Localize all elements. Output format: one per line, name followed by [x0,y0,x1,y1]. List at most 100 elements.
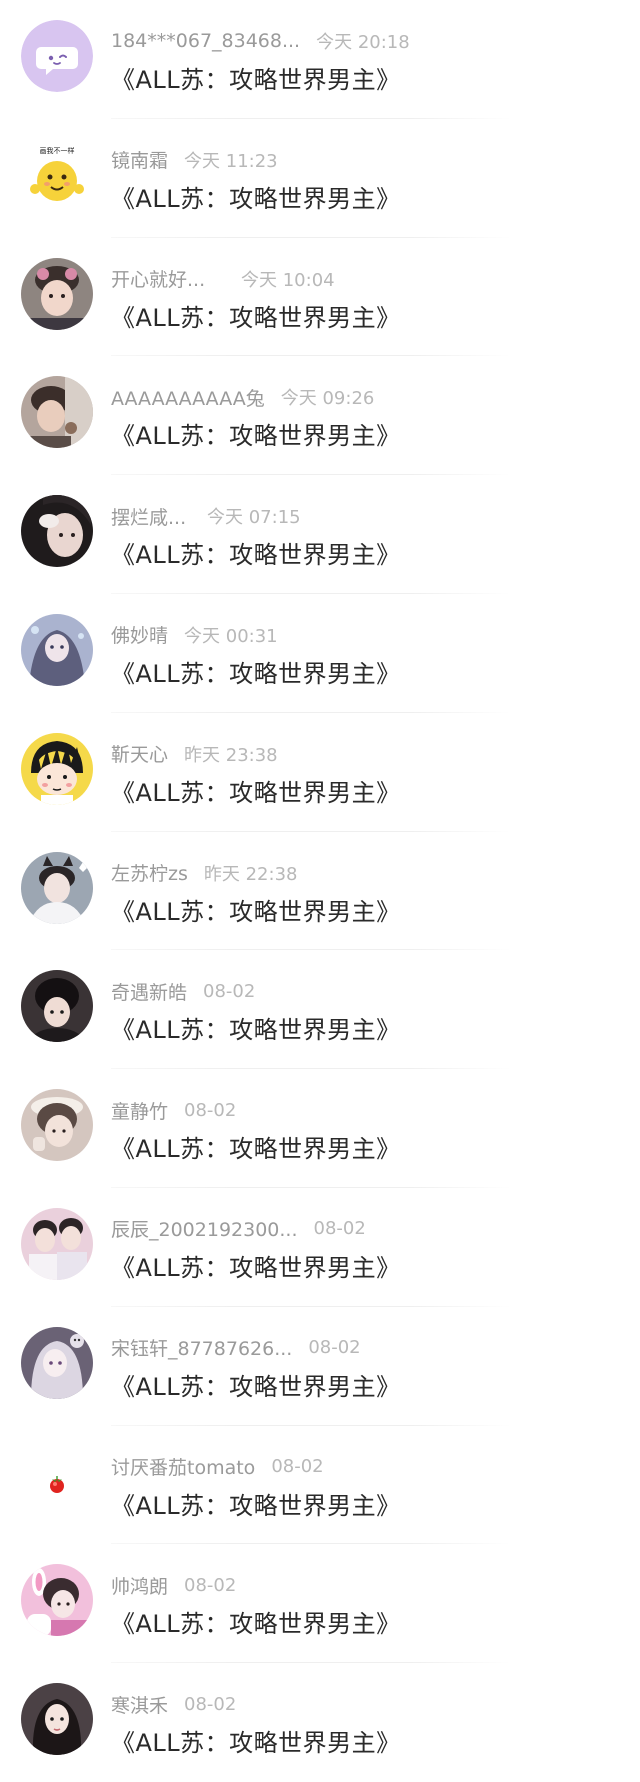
list-item[interactable]: 佛妙晴 今天 00:31 《ALL苏：攻略世界男主》 [0,594,640,713]
list-item[interactable]: 辰辰_2002192300... 08-02 《ALL苏：攻略世界男主》 [0,1188,640,1307]
list-item[interactable]: AAAAAAAAAA兔 今天 09:26 《ALL苏：攻略世界男主》 [0,356,640,476]
book-title[interactable]: 《ALL苏：攻略世界男主》 [111,1486,401,1521]
book-title[interactable]: 《ALL苏：攻略世界男主》 [111,1129,401,1164]
avatar[interactable] [21,851,93,924]
timestamp: 今天 00:31 [184,625,278,647]
timestamp: 昨天 23:38 [184,744,278,766]
username[interactable]: 帅鸿朗 [111,1572,168,1599]
username[interactable]: 镜南霜 [111,146,168,173]
list-item[interactable]: 开心就好... 今天 10:04 《ALL苏：攻略世界男主》 [0,238,640,357]
avatar[interactable] [21,1207,93,1280]
username[interactable]: 宋钰轩_87787626... [111,1334,292,1361]
comment-meta: 靳天心 昨天 23:38 [111,739,278,769]
comment-meta: AAAAAAAAAA兔 今天 09:26 [111,382,374,412]
username[interactable]: 佛妙晴 [111,621,168,648]
timestamp: 08-02 [203,980,256,1002]
couple-photo-icon [21,1207,93,1280]
avatar[interactable] [21,970,93,1043]
list-item[interactable]: 左苏柠zs 昨天 22:38 《ALL苏：攻略世界男主》 [0,832,640,951]
timestamp: 08-02 [271,1456,324,1478]
avatar[interactable] [21,376,93,449]
username[interactable]: 辰辰_2002192300... [111,1215,298,1242]
avatar[interactable] [21,257,93,330]
avatar[interactable] [21,613,93,686]
username[interactable]: 讨厌番茄tomato [111,1453,255,1480]
child-photo-icon [21,257,93,330]
book-title[interactable]: 《ALL苏：攻略世界男主》 [111,892,401,927]
username[interactable]: 开心就好... [111,265,225,292]
timestamp: 08-02 [313,1218,366,1240]
comment-list: 184***067_83468... 今天 20:18 《ALL苏：攻略世界男主… [0,0,640,1782]
list-item[interactable]: 童静竹 08-02 《ALL苏：攻略世界男主》 [0,1069,640,1188]
list-item[interactable]: 摆烂咸... 今天 07:15 《ALL苏：攻略世界男主》 [0,475,640,594]
username[interactable]: 左苏柠zs [111,859,188,886]
list-item[interactable]: 奇遇新皓 08-02 《ALL苏：攻略世界男主》 [0,950,640,1070]
book-title[interactable]: 《ALL苏：攻略世界男主》 [111,773,401,808]
username[interactable]: 寒淇禾 [111,1691,168,1718]
cat-ear-boy-icon [21,851,93,924]
timestamp: 昨天 22:38 [203,863,298,885]
comment-meta: 童静竹 08-02 [111,1095,236,1125]
comment-meta: 帅鸿朗 08-02 [111,1570,236,1600]
book-title[interactable]: 《ALL苏：攻略世界男主》 [111,60,401,95]
username[interactable]: 靳天心 [111,740,168,767]
timestamp: 今天 07:15 [207,507,301,529]
tomato-icon [21,1445,93,1518]
comment-meta: 摆烂咸... 今天 07:15 [111,501,301,531]
username[interactable]: AAAAAAAAAA兔 [111,384,265,411]
avatar[interactable] [21,20,93,92]
list-item[interactable]: 184***067_83468... 今天 20:18 《ALL苏：攻略世界男主… [0,0,640,119]
book-title[interactable]: 《ALL苏：攻略世界男主》 [111,416,401,451]
username[interactable]: 184***067_83468... [111,30,300,52]
timestamp: 今天 09:26 [280,388,375,410]
comment-meta: 寒淇禾 08-02 [111,1689,236,1719]
cartoon-girl-icon [21,732,93,805]
book-title[interactable]: 《ALL苏：攻略世界男主》 [111,298,401,333]
comment-meta: 宋钰轩_87787626... 08-02 [111,1333,361,1363]
comment-meta: 镜南霜 今天 11:23 [111,145,278,175]
book-title[interactable]: 《ALL苏：攻略世界男主》 [111,1248,401,1283]
avatar[interactable] [21,495,93,568]
girl-hat-photo-icon [21,1089,93,1162]
list-item[interactable]: 帅鸿朗 08-02 《ALL苏：攻略世界男主》 [0,1544,640,1664]
long-hair-girl-icon [21,1683,93,1756]
username[interactable]: 摆烂咸... [111,503,191,530]
book-title[interactable]: 《ALL苏：攻略世界男主》 [111,1604,401,1639]
list-item[interactable]: 寒淇禾 08-02 《ALL苏：攻略世界男主》 [0,1663,640,1782]
list-item[interactable]: 宋钰轩_87787626... 08-02 《ALL苏：攻略世界男主》 [0,1307,640,1426]
avatar[interactable] [21,1326,93,1399]
avatar[interactable] [21,732,93,805]
avatar[interactable]: 画我不一样 [21,138,93,211]
book-title[interactable]: 《ALL苏：攻略世界男主》 [111,179,401,214]
avatar[interactable] [21,1089,93,1162]
list-item[interactable]: 画我不一样 镜南霜 今天 11:23 《ALL苏：攻略世界男主》 [0,119,640,238]
comment-meta: 184***067_83468... 今天 20:18 [111,26,410,56]
pink-bunny-girl-icon [21,1564,93,1637]
comment-meta: 奇遇新皓 08-02 [111,976,255,1006]
username[interactable]: 奇遇新皓 [111,978,187,1005]
avatar[interactable] [21,1683,93,1756]
avatar-caption: 画我不一样 [40,146,75,155]
book-title[interactable]: 《ALL苏：攻略世界男主》 [111,1723,401,1758]
boy-photo-icon [21,376,93,449]
comment-meta: 辰辰_2002192300... 08-02 [111,1214,366,1244]
book-title[interactable]: 《ALL苏：攻略世界男主》 [111,1010,401,1045]
comment-meta: 讨厌番茄tomato 08-02 [111,1452,324,1482]
avatar[interactable] [21,1445,93,1518]
timestamp: 08-02 [184,1693,237,1715]
dark-hair-boy-icon [21,970,93,1043]
timestamp: 今天 10:04 [241,269,335,291]
yellow-face-emoji-icon: 画我不一样 [21,138,93,211]
book-title[interactable]: 《ALL苏：攻略世界男主》 [111,1367,401,1402]
avatar[interactable] [21,1564,93,1637]
username[interactable]: 童静竹 [111,1097,168,1124]
timestamp: 08-02 [184,1099,237,1121]
book-title[interactable]: 《ALL苏：攻略世界男主》 [111,535,401,570]
timestamp: 今天 20:18 [316,32,410,53]
comment-meta: 左苏柠zs 昨天 22:38 [111,858,297,888]
book-title[interactable]: 《ALL苏：攻略世界男主》 [111,654,401,689]
timestamp: 08-02 [184,1574,237,1596]
list-item[interactable]: 讨厌番茄tomato 08-02 《ALL苏：攻略世界男主》 [0,1426,640,1545]
anime-girl-icon [21,613,93,686]
list-item[interactable]: 靳天心 昨天 23:38 《ALL苏：攻略世界男主》 [0,713,640,832]
